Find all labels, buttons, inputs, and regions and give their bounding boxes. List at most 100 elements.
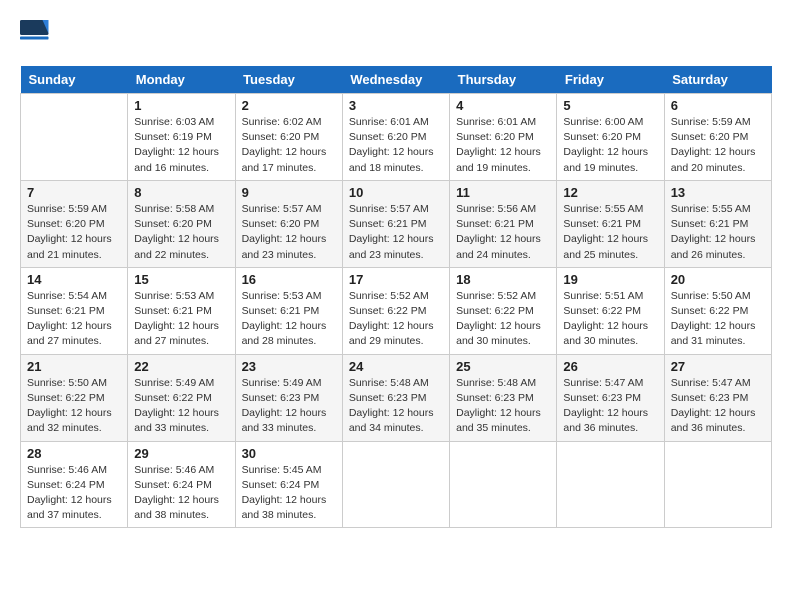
day-number: 21 [27, 359, 121, 374]
day-number: 1 [134, 98, 228, 113]
calendar-cell [21, 94, 128, 181]
day-info: Sunrise: 5:59 AMSunset: 6:20 PMDaylight:… [671, 115, 765, 176]
day-number: 4 [456, 98, 550, 113]
day-info: Sunrise: 5:50 AMSunset: 6:22 PMDaylight:… [671, 289, 765, 350]
calendar-cell [342, 441, 449, 528]
day-number: 20 [671, 272, 765, 287]
day-number: 25 [456, 359, 550, 374]
day-number: 26 [563, 359, 657, 374]
day-info: Sunrise: 6:00 AMSunset: 6:20 PMDaylight:… [563, 115, 657, 176]
calendar-header-row: SundayMondayTuesdayWednesdayThursdayFrid… [21, 66, 772, 94]
day-number: 5 [563, 98, 657, 113]
day-number: 10 [349, 185, 443, 200]
day-number: 3 [349, 98, 443, 113]
calendar-cell: 25 Sunrise: 5:48 AMSunset: 6:23 PMDayligh… [450, 354, 557, 441]
day-header-saturday: Saturday [664, 66, 771, 94]
day-info: Sunrise: 6:03 AMSunset: 6:19 PMDaylight:… [134, 115, 228, 176]
day-info: Sunrise: 5:49 AMSunset: 6:22 PMDaylight:… [134, 376, 228, 437]
calendar-cell: 5 Sunrise: 6:00 AMSunset: 6:20 PMDaylight… [557, 94, 664, 181]
day-number: 7 [27, 185, 121, 200]
day-number: 27 [671, 359, 765, 374]
calendar-cell: 19 Sunrise: 5:51 AMSunset: 6:22 PMDayligh… [557, 267, 664, 354]
calendar-week-4: 21 Sunrise: 5:50 AMSunset: 6:22 PMDayligh… [21, 354, 772, 441]
day-info: Sunrise: 5:53 AMSunset: 6:21 PMDaylight:… [134, 289, 228, 350]
day-info: Sunrise: 5:47 AMSunset: 6:23 PMDaylight:… [671, 376, 765, 437]
day-header-wednesday: Wednesday [342, 66, 449, 94]
day-header-friday: Friday [557, 66, 664, 94]
calendar-cell: 22 Sunrise: 5:49 AMSunset: 6:22 PMDayligh… [128, 354, 235, 441]
calendar-cell: 29 Sunrise: 5:46 AMSunset: 6:24 PMDayligh… [128, 441, 235, 528]
day-number: 29 [134, 446, 228, 461]
calendar-cell: 24 Sunrise: 5:48 AMSunset: 6:23 PMDayligh… [342, 354, 449, 441]
day-number: 2 [242, 98, 336, 113]
calendar-cell: 13 Sunrise: 5:55 AMSunset: 6:21 PMDayligh… [664, 180, 771, 267]
calendar-cell: 14Sunrise: 5:54 AMSunset: 6:21 PMDayligh… [21, 267, 128, 354]
calendar-cell: 7 Sunrise: 5:59 AMSunset: 6:20 PMDaylight… [21, 180, 128, 267]
logo [20, 20, 52, 50]
day-info: Sunrise: 5:49 AMSunset: 6:23 PMDaylight:… [242, 376, 336, 437]
calendar-cell: 20 Sunrise: 5:50 AMSunset: 6:22 PMDayligh… [664, 267, 771, 354]
day-number: 23 [242, 359, 336, 374]
day-header-monday: Monday [128, 66, 235, 94]
day-number: 22 [134, 359, 228, 374]
calendar-cell: 23 Sunrise: 5:49 AMSunset: 6:23 PMDayligh… [235, 354, 342, 441]
day-info: Sunrise: 5:58 AMSunset: 6:20 PMDaylight:… [134, 202, 228, 263]
day-info: Sunrise: 5:52 AMSunset: 6:22 PMDaylight:… [456, 289, 550, 350]
day-number: 9 [242, 185, 336, 200]
calendar-cell: 26 Sunrise: 5:47 AMSunset: 6:23 PMDayligh… [557, 354, 664, 441]
calendar-cell: 3 Sunrise: 6:01 AMSunset: 6:20 PMDaylight… [342, 94, 449, 181]
day-number: 13 [671, 185, 765, 200]
calendar-cell: 18 Sunrise: 5:52 AMSunset: 6:22 PMDayligh… [450, 267, 557, 354]
calendar-cell: 11 Sunrise: 5:56 AMSunset: 6:21 PMDayligh… [450, 180, 557, 267]
day-header-sunday: Sunday [21, 66, 128, 94]
calendar-week-1: 1 Sunrise: 6:03 AMSunset: 6:19 PMDaylight… [21, 94, 772, 181]
calendar-cell [557, 441, 664, 528]
day-number: 11 [456, 185, 550, 200]
day-info: Sunrise: 5:48 AMSunset: 6:23 PMDaylight:… [456, 376, 550, 437]
day-number: 30 [242, 446, 336, 461]
day-info: Sunrise: 5:50 AMSunset: 6:22 PMDaylight:… [27, 376, 121, 437]
day-info: Sunrise: 5:46 AMSunset: 6:24 PMDaylight:… [27, 463, 121, 524]
day-number: 24 [349, 359, 443, 374]
day-info: Sunrise: 6:01 AMSunset: 6:20 PMDaylight:… [456, 115, 550, 176]
day-number: 6 [671, 98, 765, 113]
day-number: 19 [563, 272, 657, 287]
calendar-cell: 8 Sunrise: 5:58 AMSunset: 6:20 PMDaylight… [128, 180, 235, 267]
calendar-week-5: 28 Sunrise: 5:46 AMSunset: 6:24 PMDayligh… [21, 441, 772, 528]
day-info: Sunrise: 6:02 AMSunset: 6:20 PMDaylight:… [242, 115, 336, 176]
day-info: Sunrise: 6:01 AMSunset: 6:20 PMDaylight:… [349, 115, 443, 176]
day-number: 18 [456, 272, 550, 287]
day-number: 28 [27, 446, 121, 461]
day-header-thursday: Thursday [450, 66, 557, 94]
day-info: Sunrise: 5:55 AMSunset: 6:21 PMDaylight:… [671, 202, 765, 263]
calendar-cell: 1 Sunrise: 6:03 AMSunset: 6:19 PMDaylight… [128, 94, 235, 181]
day-info: Sunrise: 5:53 AMSunset: 6:21 PMDaylight:… [242, 289, 336, 350]
calendar-cell: 10 Sunrise: 5:57 AMSunset: 6:21 PMDayligh… [342, 180, 449, 267]
day-info: Sunrise: 5:54 AMSunset: 6:21 PMDaylight:… [27, 289, 121, 350]
calendar-cell: 6 Sunrise: 5:59 AMSunset: 6:20 PMDaylight… [664, 94, 771, 181]
day-number: 8 [134, 185, 228, 200]
calendar-cell: 28 Sunrise: 5:46 AMSunset: 6:24 PMDayligh… [21, 441, 128, 528]
calendar-cell: 27 Sunrise: 5:47 AMSunset: 6:23 PMDayligh… [664, 354, 771, 441]
calendar-table: SundayMondayTuesdayWednesdayThursdayFrid… [20, 66, 772, 528]
day-number: 17 [349, 272, 443, 287]
page-header [20, 20, 772, 50]
logo-icon [20, 20, 50, 50]
day-info: Sunrise: 5:48 AMSunset: 6:23 PMDaylight:… [349, 376, 443, 437]
calendar-cell: 15 Sunrise: 5:53 AMSunset: 6:21 PMDayligh… [128, 267, 235, 354]
day-info: Sunrise: 5:51 AMSunset: 6:22 PMDaylight:… [563, 289, 657, 350]
day-info: Sunrise: 5:46 AMSunset: 6:24 PMDaylight:… [134, 463, 228, 524]
calendar-cell: 17 Sunrise: 5:52 AMSunset: 6:22 PMDayligh… [342, 267, 449, 354]
day-info: Sunrise: 5:57 AMSunset: 6:21 PMDaylight:… [349, 202, 443, 263]
calendar-week-2: 7 Sunrise: 5:59 AMSunset: 6:20 PMDaylight… [21, 180, 772, 267]
day-info: Sunrise: 5:59 AMSunset: 6:20 PMDaylight:… [27, 202, 121, 263]
day-number: 15 [134, 272, 228, 287]
calendar-week-3: 14Sunrise: 5:54 AMSunset: 6:21 PMDayligh… [21, 267, 772, 354]
day-info: Sunrise: 5:56 AMSunset: 6:21 PMDaylight:… [456, 202, 550, 263]
day-info: Sunrise: 5:52 AMSunset: 6:22 PMDaylight:… [349, 289, 443, 350]
calendar-cell: 2 Sunrise: 6:02 AMSunset: 6:20 PMDaylight… [235, 94, 342, 181]
calendar-cell: 12Sunrise: 5:55 AMSunset: 6:21 PMDayligh… [557, 180, 664, 267]
calendar-cell [664, 441, 771, 528]
day-info: Sunrise: 5:47 AMSunset: 6:23 PMDaylight:… [563, 376, 657, 437]
day-number: 12 [563, 185, 657, 200]
